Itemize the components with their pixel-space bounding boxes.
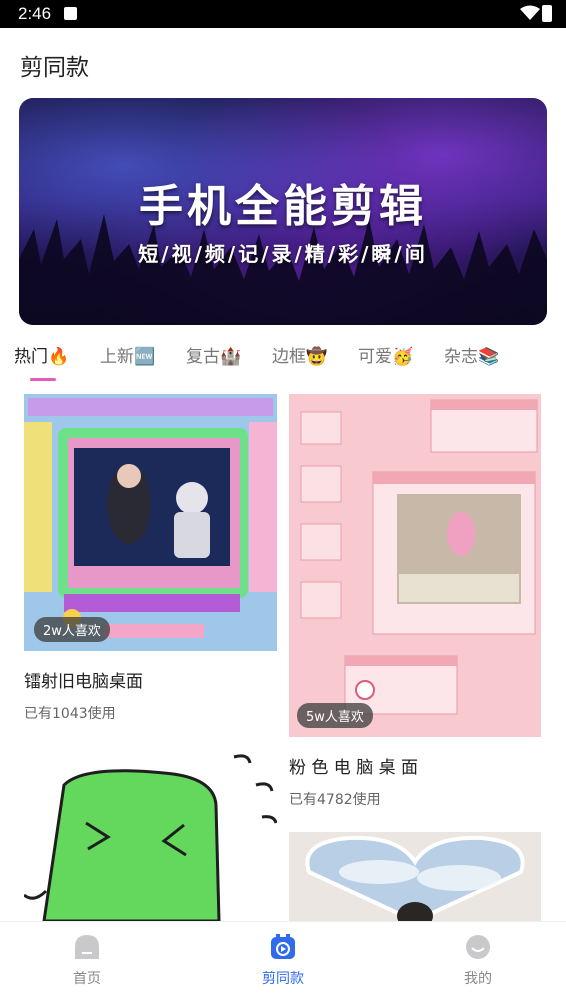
usage-count: 已有4782使用 [289,792,381,808]
status-time: 2:46 [18,4,52,23]
wifi-icon [520,5,540,20]
bottom-navigation: 首页 剪同款 我的 [0,921,566,1007]
nav-template[interactable]: 剪同款 [243,934,323,988]
home-icon [75,935,99,959]
tab-frame[interactable]: 边框🤠 [272,342,327,367]
nav-home[interactable]: 首页 [47,934,127,988]
heart-frame-thumbnail [289,832,541,921]
category-tabs: 热门🔥 上新🆕 复古🏰 边框🤠 可爱🥳 杂志📚 [0,340,566,380]
cute-character-thumbnail [24,745,277,921]
page-title: 剪同款 [20,55,89,81]
tab-hot[interactable]: 热门🔥 [14,342,69,367]
retro-desktop-thumbnail [24,394,277,651]
usage-count: 已有1043使用 [24,706,116,722]
notification-icon [64,7,77,20]
nav-home-label: 首页 [73,971,101,987]
tab-cute[interactable]: 可爱🥳 [358,342,413,367]
pink-desktop-thumbnail [289,394,541,737]
tab-new[interactable]: 上新🆕 [100,342,155,367]
template-card-image[interactable] [24,745,277,921]
likes-badge: 2w人喜欢 [34,617,110,642]
promo-banner[interactable]: 手机全能剪辑 短/视/频/记/录/精/彩/瞬/间 [19,98,547,325]
banner-subtitle: 短/视/频/记/录/精/彩/瞬/间 [138,242,428,266]
likes-badge: 5w人喜欢 [297,703,373,728]
template-title[interactable]: 镭射旧电脑桌面 [24,667,143,692]
tab-indicator [30,378,56,381]
play-icon [271,934,295,959]
template-card-image[interactable] [24,394,277,651]
template-card-image[interactable] [289,394,541,737]
tab-magazine[interactable]: 杂志📚 [444,342,499,367]
template-card-image[interactable] [289,832,541,921]
template-title[interactable]: 粉 色 电 脑 桌 面 [289,753,418,778]
banner-headline: 手机全能剪辑 [139,181,427,232]
status-bar: 2:46 [0,0,566,28]
nav-profile-label: 我的 [464,971,492,987]
battery-icon [542,5,552,22]
tab-retro[interactable]: 复古🏰 [186,342,241,367]
nav-profile[interactable]: 我的 [438,934,518,988]
nav-template-label: 剪同款 [262,971,304,987]
profile-icon [466,935,490,959]
